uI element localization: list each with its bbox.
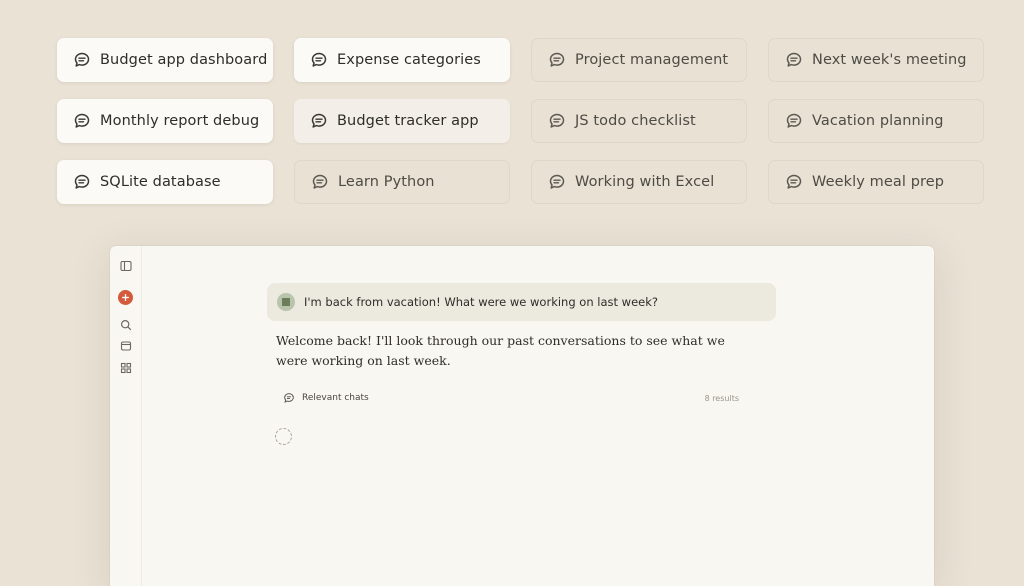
chip-label: Budget tracker app (337, 113, 479, 129)
chats-icon[interactable] (119, 339, 132, 352)
chat-topic-chip[interactable]: Budget app dashboard (57, 38, 273, 82)
avatar (277, 293, 295, 311)
chat-topic-chip[interactable]: Learn Python (294, 160, 510, 204)
chat-bubble-icon (548, 112, 566, 130)
tool-label: Relevant chats (302, 393, 369, 403)
chat-topic-chip[interactable]: Vacation planning (768, 99, 984, 143)
chat-bubble-icon (548, 173, 566, 191)
chat-topic-chip[interactable]: Expense categories (294, 38, 510, 82)
assistant-message: Welcome back! I'll look through our past… (276, 333, 725, 368)
chat-bubble-icon (310, 112, 328, 130)
sidebar-toggle-icon[interactable] (119, 259, 132, 272)
chat-bubble-icon (310, 51, 328, 69)
search-icon[interactable] (119, 318, 132, 331)
chip-label: Weekly meal prep (812, 174, 945, 190)
chat-bubble-icon (785, 51, 803, 69)
chat-bubble-icon (73, 51, 91, 69)
chat-bubble-icon (73, 173, 91, 191)
chat-topic-chip[interactable]: SQLite database (57, 160, 273, 204)
chat-topic-chip[interactable]: Weekly meal prep (768, 160, 984, 204)
app-window: I'm back from vacation! What were we wor… (110, 246, 934, 586)
new-chat-icon[interactable] (118, 290, 133, 305)
relevant-chats-tool[interactable]: Relevant chats 8 results (273, 386, 749, 410)
user-message: I'm back from vacation! What were we wor… (267, 283, 776, 321)
user-message-text: I'm back from vacation! What were we wor… (304, 295, 658, 309)
chip-label: Vacation planning (812, 113, 944, 129)
chat-bubble-icon (311, 173, 329, 191)
chip-label: Expense categories (337, 52, 481, 68)
chat-bubble-icon (73, 112, 91, 130)
chip-label: Learn Python (338, 174, 435, 190)
chip-label: Next week's meeting (812, 52, 967, 68)
chip-label: SQLite database (100, 174, 221, 190)
tool-results-count: 8 results (704, 393, 739, 403)
chat-bubble-icon (548, 51, 566, 69)
sidebar-rail (110, 246, 142, 586)
chat-topic-chip[interactable]: JS todo checklist (531, 99, 747, 143)
chat-bubble-icon (283, 392, 295, 404)
chat-topic-chip[interactable]: Project management (531, 38, 747, 82)
chip-label: Project management (575, 52, 729, 68)
loading-spinner-icon (275, 428, 292, 445)
chip-label: Working with Excel (575, 174, 715, 190)
chat-bubble-icon (785, 173, 803, 191)
chip-label: JS todo checklist (575, 113, 696, 129)
chat-topic-chip[interactable]: Working with Excel (531, 160, 747, 204)
chat-bubble-icon (785, 112, 803, 130)
chat-topic-chip[interactable]: Monthly report debug (57, 99, 273, 143)
projects-icon[interactable] (119, 361, 132, 374)
chip-label: Monthly report debug (100, 113, 260, 129)
chip-label: Budget app dashboard (100, 52, 268, 68)
chat-topic-chip[interactable]: Next week's meeting (768, 38, 984, 82)
chat-topic-chip[interactable]: Budget tracker app (294, 99, 510, 143)
